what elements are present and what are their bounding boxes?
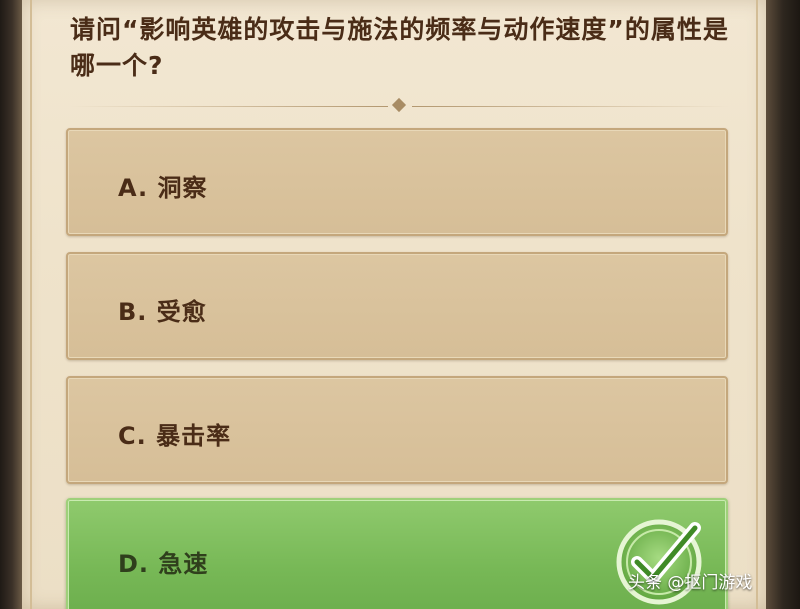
ornament-divider xyxy=(70,97,730,113)
option-c-button[interactable]: C. 暴击率 xyxy=(66,376,728,484)
quiz-panel: 请问“影响英雄的攻击与施法的频率与动作速度”的属性是哪一个? A. 洞察 B. … xyxy=(22,0,766,609)
option-d-label: D. 急速 xyxy=(118,550,209,578)
diamond-ornament-icon xyxy=(391,97,407,113)
option-c-label: C. 暴击率 xyxy=(118,422,232,450)
option-b-button[interactable]: B. 受愈 xyxy=(66,252,728,360)
option-b-label: B. 受愈 xyxy=(118,298,207,326)
left-frame-border xyxy=(0,0,22,609)
checkmark-icon xyxy=(616,519,702,605)
option-a-button[interactable]: A. 洞察 xyxy=(66,128,728,236)
question-text: 请问“影响英雄的攻击与施法的频率与动作速度”的属性是哪一个? xyxy=(70,15,729,80)
watermark-text: 头条 @抠门游戏 xyxy=(628,573,753,593)
right-frame-border xyxy=(766,0,800,609)
option-a-label: A. 洞察 xyxy=(118,174,208,202)
